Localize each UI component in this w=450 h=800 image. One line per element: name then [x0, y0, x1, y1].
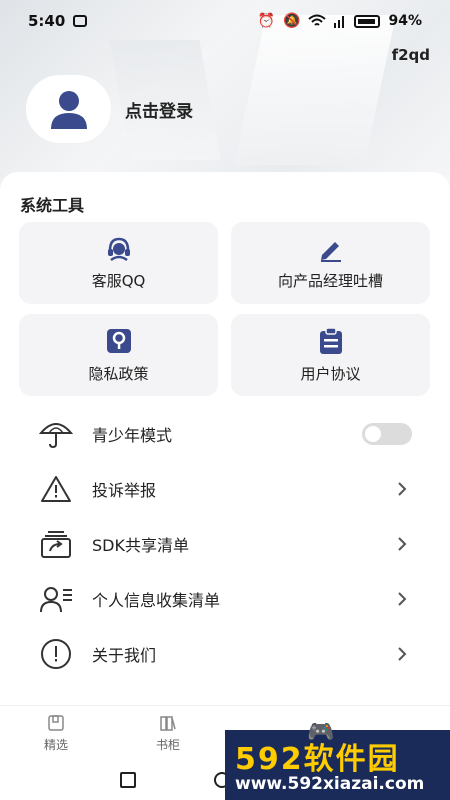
- wifi-icon: [308, 14, 327, 26]
- status-bar: 5:40 ⏰ 🔕 94%: [0, 0, 450, 42]
- chevron-right-icon: [392, 534, 412, 554]
- row-about-us[interactable]: 关于我们: [38, 634, 412, 674]
- teen-mode-toggle[interactable]: [362, 423, 412, 445]
- login-link[interactable]: 点击登录: [125, 97, 193, 122]
- tool-label: 客服QQ: [91, 271, 146, 290]
- share-box-icon: [41, 531, 71, 558]
- watermark-brand: 592软件园: [235, 742, 400, 777]
- section-title: 系统工具: [20, 196, 85, 215]
- signal-icon: [334, 16, 345, 28]
- tool-label: 隐私政策: [88, 364, 149, 383]
- battery-level: 94%: [388, 13, 422, 29]
- keyhole-icon: [106, 328, 131, 353]
- row-label: 青少年模式: [92, 426, 173, 445]
- row-label: 关于我们: [92, 646, 157, 665]
- mute-icon: 🔕: [283, 13, 301, 29]
- channel-code: f2qd: [391, 46, 430, 64]
- tool-feedback[interactable]: 向产品经理吐槽: [231, 222, 430, 304]
- row-sdk-list[interactable]: SDK共享清单: [38, 524, 412, 564]
- tab-label: 精选: [44, 738, 69, 752]
- user-avatar-icon: [50, 91, 87, 129]
- tab-label: 书柜: [156, 738, 181, 752]
- row-label: 个人信息收集清单: [92, 591, 221, 610]
- chevron-right-icon: [392, 589, 412, 609]
- battery-icon: [354, 14, 381, 28]
- pen-icon: [320, 241, 341, 262]
- tool-label: 用户协议: [300, 364, 361, 383]
- recent-apps-button[interactable]: [120, 772, 136, 788]
- tool-customer-service-qq[interactable]: 客服QQ: [19, 222, 218, 304]
- row-personal-info-list[interactable]: 个人信息收集清单: [38, 579, 412, 619]
- info-circle-icon: [41, 639, 71, 669]
- login-area[interactable]: 点击登录: [26, 75, 193, 143]
- umbrella-icon: [39, 423, 73, 449]
- watermark: 🎮 592软件园 www.592xiazai.com: [225, 720, 450, 800]
- toggle-knob: [365, 426, 381, 442]
- app-notification-icon: [73, 15, 88, 27]
- tool-label: 向产品经理吐槽: [277, 271, 383, 290]
- tab-featured[interactable]: 精选: [44, 714, 68, 753]
- chevron-right-icon: [392, 644, 412, 664]
- row-teen-mode[interactable]: 青少年模式: [38, 414, 412, 454]
- warning-icon: [41, 476, 71, 502]
- avatar[interactable]: [26, 75, 111, 143]
- books-icon: [160, 716, 176, 731]
- watermark-url: www.592xiazai.com: [235, 774, 425, 794]
- tab-bookshelf[interactable]: 书柜: [156, 714, 180, 753]
- clipboard-icon: [319, 326, 342, 354]
- chevron-right-icon: [392, 479, 412, 499]
- headset-icon: [107, 237, 130, 261]
- book-icon: [48, 715, 64, 731]
- tool-privacy-policy[interactable]: 隐私政策: [19, 314, 218, 396]
- alarm-icon: ⏰: [257, 13, 276, 29]
- tool-user-agreement[interactable]: 用户协议: [231, 314, 430, 396]
- status-time: 5:40: [28, 12, 66, 30]
- row-complaint-report[interactable]: 投诉举报: [38, 469, 412, 509]
- row-label: 投诉举报: [92, 481, 157, 500]
- content-card: 系统工具 客服QQ 向产品经理吐槽 隐私政策 用户协议 青少年模式 投诉举报 S…: [0, 172, 450, 712]
- row-label: SDK共享清单: [92, 536, 189, 555]
- user-list-icon: [40, 587, 72, 613]
